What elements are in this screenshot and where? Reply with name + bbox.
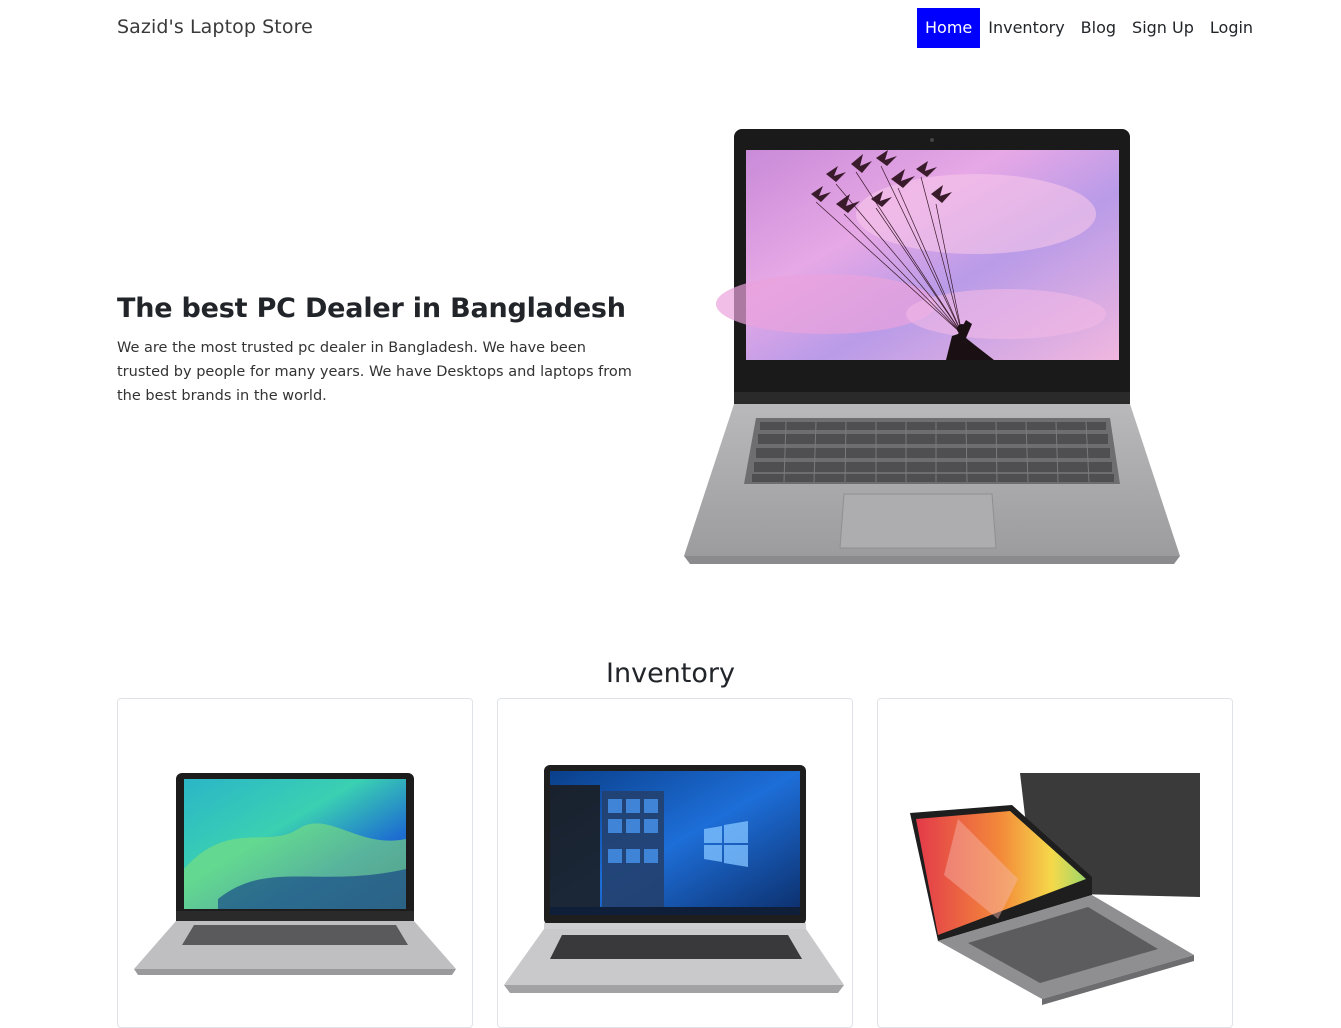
inventory-card[interactable] (117, 698, 473, 1028)
nav-blog-link[interactable]: Blog (1073, 8, 1124, 48)
navbar: Sazid's Laptop Store Home Inventory Blog… (0, 0, 1341, 58)
nav-links: Home Inventory Blog Sign Up Login (917, 8, 1261, 48)
hero-text: The best PC Dealer in Bangladesh We are … (117, 290, 637, 408)
brand-link[interactable]: Sazid's Laptop Store (117, 16, 313, 38)
laptop-illustration (684, 129, 1180, 564)
inventory-card[interactable] (497, 698, 853, 1028)
product-image-laptop-3 (910, 773, 1200, 1005)
nav-home-link[interactable]: Home (917, 8, 981, 48)
product-image-laptop-1 (134, 773, 456, 975)
hero-laptop-image (676, 124, 1186, 570)
nav-login-link[interactable]: Login (1202, 8, 1261, 48)
product-image-laptop-2 (504, 765, 844, 993)
hero-description: We are the most trusted pc dealer in Ban… (117, 340, 632, 404)
inventory-title: Inventory (606, 658, 735, 689)
inventory-card[interactable] (877, 698, 1233, 1028)
nav-inventory-link[interactable]: Inventory (980, 8, 1072, 48)
nav-signup-link[interactable]: Sign Up (1124, 8, 1202, 48)
hero-title: The best PC Dealer in Bangladesh (117, 293, 626, 324)
